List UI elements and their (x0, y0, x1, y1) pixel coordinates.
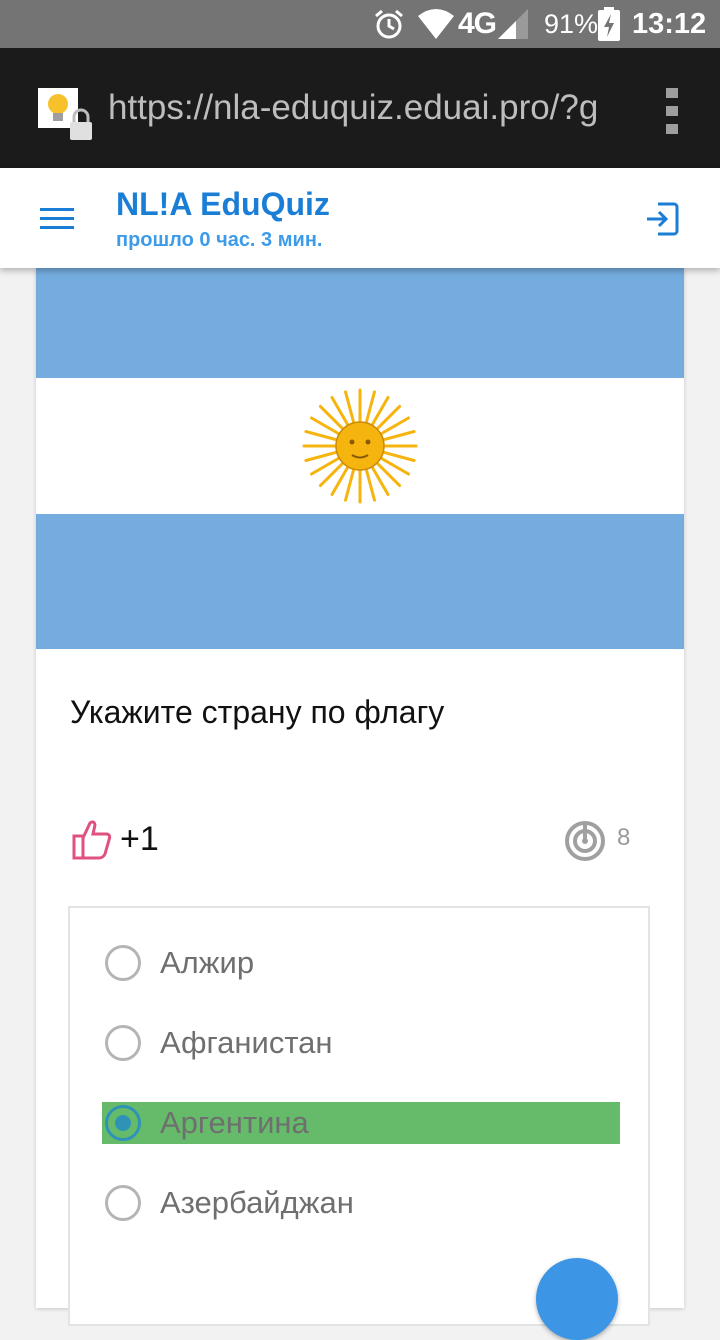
target-icon (564, 820, 606, 862)
battery-charging-icon (598, 0, 620, 48)
answer-option-afghanistan[interactable]: Афганистан (102, 1022, 620, 1064)
answer-label: Афганистан (160, 1025, 333, 1060)
answer-option-algeria[interactable]: Алжир (102, 942, 620, 984)
url-text[interactable]: https://nla-eduquiz.eduai.pro/?g (108, 48, 608, 168)
argentina-flag-image (36, 268, 684, 649)
alarm-icon (372, 0, 406, 48)
wifi-icon (418, 0, 454, 48)
radio-button[interactable] (105, 945, 141, 981)
like-count: +1 (120, 820, 159, 858)
radio-button-selected[interactable] (105, 1105, 141, 1141)
answer-label: Алжир (160, 945, 255, 980)
answer-label: Азербайджан (160, 1185, 354, 1220)
network-type: 4G (458, 7, 497, 40)
app-header: NL!A EduQuiz прошло 0 час. 3 мин. (0, 168, 720, 268)
quiz-card: Укажите страну по флагу +1 8 Алжир Афган… (36, 268, 684, 1326)
thumbs-up-icon[interactable] (72, 818, 112, 860)
attempts-count: 8 (617, 824, 631, 851)
signal-icon (498, 0, 528, 48)
lightbulb-lock-icon[interactable] (38, 88, 94, 144)
hamburger-menu-icon[interactable] (40, 206, 74, 232)
logout-icon[interactable] (644, 201, 680, 237)
floating-action-button[interactable] (536, 1258, 618, 1340)
radio-button[interactable] (105, 1025, 141, 1061)
elapsed-time: прошло 0 час. 3 мин. (116, 229, 323, 251)
question-text: Укажите страну по флагу (70, 694, 445, 730)
overflow-menu-icon[interactable] (664, 88, 680, 134)
status-bar: 4G 91% 13:12 (0, 0, 720, 48)
browser-url-bar: https://nla-eduquiz.eduai.pro/?g (0, 48, 720, 168)
answer-label: Аргентина (160, 1105, 309, 1140)
app-title: NL!A EduQuiz (116, 186, 330, 222)
radio-button[interactable] (105, 1185, 141, 1221)
clock: 13:12 (632, 7, 707, 40)
answer-option-argentina[interactable]: Аргентина (102, 1102, 620, 1144)
answer-option-azerbaijan[interactable]: Азербайджан (102, 1182, 620, 1224)
battery-percent: 91% (544, 8, 599, 39)
